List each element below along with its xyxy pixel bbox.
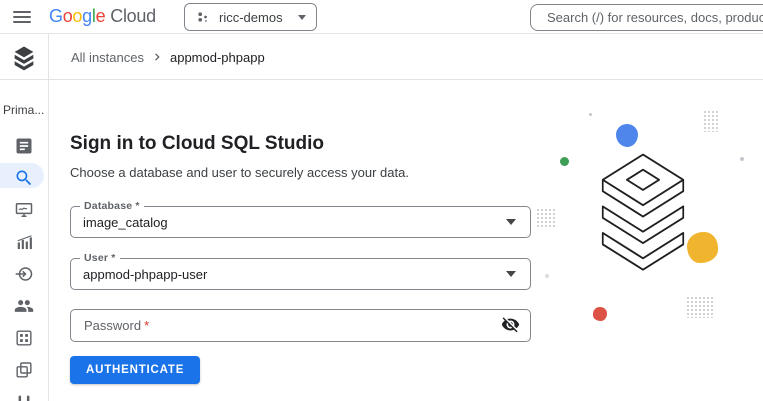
search-bar[interactable]: Search (/) for resources, docs, products	[530, 4, 763, 31]
connections-login-icon	[14, 264, 34, 284]
sidebar-item-insights[interactable]	[0, 229, 48, 254]
decoration-yellow-dot	[687, 232, 718, 263]
decoration-green-dot	[560, 157, 569, 166]
search-icon	[14, 168, 34, 188]
project-selector[interactable]: ricc-demos	[184, 3, 317, 31]
sidebar-item-backups[interactable]	[0, 357, 48, 382]
database-illustration	[530, 90, 763, 340]
decoration-tiny-dot	[740, 157, 744, 161]
sidebar-item-cloud-sql-studio[interactable]	[0, 165, 48, 190]
database-value: image_catalog	[83, 215, 506, 230]
user-label: User *	[80, 252, 120, 264]
search-placeholder: Search (/) for resources, docs, products	[547, 10, 763, 25]
google-wordmark: Google	[49, 6, 105, 27]
sidebar-item-users[interactable]	[0, 293, 48, 318]
visibility-off-icon	[501, 315, 520, 334]
dropdown-arrow-icon	[506, 271, 516, 277]
sidebar-item-databases[interactable]	[0, 325, 48, 350]
sidebar-item-overview[interactable]	[0, 133, 48, 158]
decoration-speckles	[686, 296, 714, 318]
decoration-speckles	[536, 208, 556, 228]
breadcrumb-current: appmod-phpapp	[170, 50, 265, 65]
decoration-red-dot	[593, 307, 607, 321]
required-asterisk: *	[144, 318, 149, 333]
databases-grid-icon	[14, 328, 34, 348]
password-field[interactable]: Password*	[70, 309, 531, 342]
dropdown-arrow-icon	[506, 219, 516, 225]
breadcrumb-all-instances[interactable]: All instances	[71, 50, 144, 65]
sidebar-item-connections[interactable]	[0, 261, 48, 286]
user-value: appmod-phpapp-user	[83, 267, 506, 282]
decoration-tiny-dot	[589, 113, 592, 116]
page-subtitle: Choose a database and user to securely a…	[70, 165, 409, 180]
menu-icon[interactable]	[11, 8, 33, 26]
sidebar-item-replicas[interactable]	[0, 391, 48, 401]
chevron-down-icon	[298, 15, 306, 20]
toggle-password-visibility-button[interactable]	[498, 314, 522, 338]
database-select[interactable]: Database * image_catalog	[70, 206, 531, 238]
decoration-tiny-dot	[545, 274, 549, 278]
project-icon	[195, 9, 211, 25]
users-icon	[14, 296, 34, 316]
cloud-sql-icon	[11, 46, 37, 73]
sidebar-item-monitoring[interactable]	[0, 197, 48, 222]
decoration-blue-dot	[616, 124, 638, 147]
insights-chart-icon	[14, 232, 34, 252]
decoration-speckles	[703, 110, 719, 132]
sidebar-divider	[48, 34, 49, 401]
database-stack-icon	[597, 152, 689, 276]
sidebar-nav: Prima...	[0, 81, 48, 401]
topbar: Google Cloud ricc-demos Search (/) for r…	[0, 0, 763, 34]
replicas-icon	[14, 394, 34, 401]
password-placeholder: Password*	[84, 318, 498, 333]
breadcrumb-chevron-icon	[150, 50, 164, 64]
overview-icon	[14, 136, 34, 156]
breadcrumb: All instances appmod-phpapp	[71, 34, 265, 80]
user-select[interactable]: User * appmod-phpapp-user	[70, 258, 531, 290]
authenticate-button[interactable]: AUTHENTICATE	[70, 356, 200, 384]
project-name: ricc-demos	[219, 10, 292, 25]
sidebar-section-label: Prima...	[3, 103, 47, 117]
page-title: Sign in to Cloud SQL Studio	[70, 133, 324, 155]
google-cloud-logo[interactable]: Google Cloud	[49, 0, 156, 33]
monitoring-icon	[14, 200, 34, 220]
cloud-wordmark: Cloud	[110, 6, 156, 27]
backups-copy-icon	[14, 360, 34, 380]
database-label: Database *	[80, 200, 144, 212]
